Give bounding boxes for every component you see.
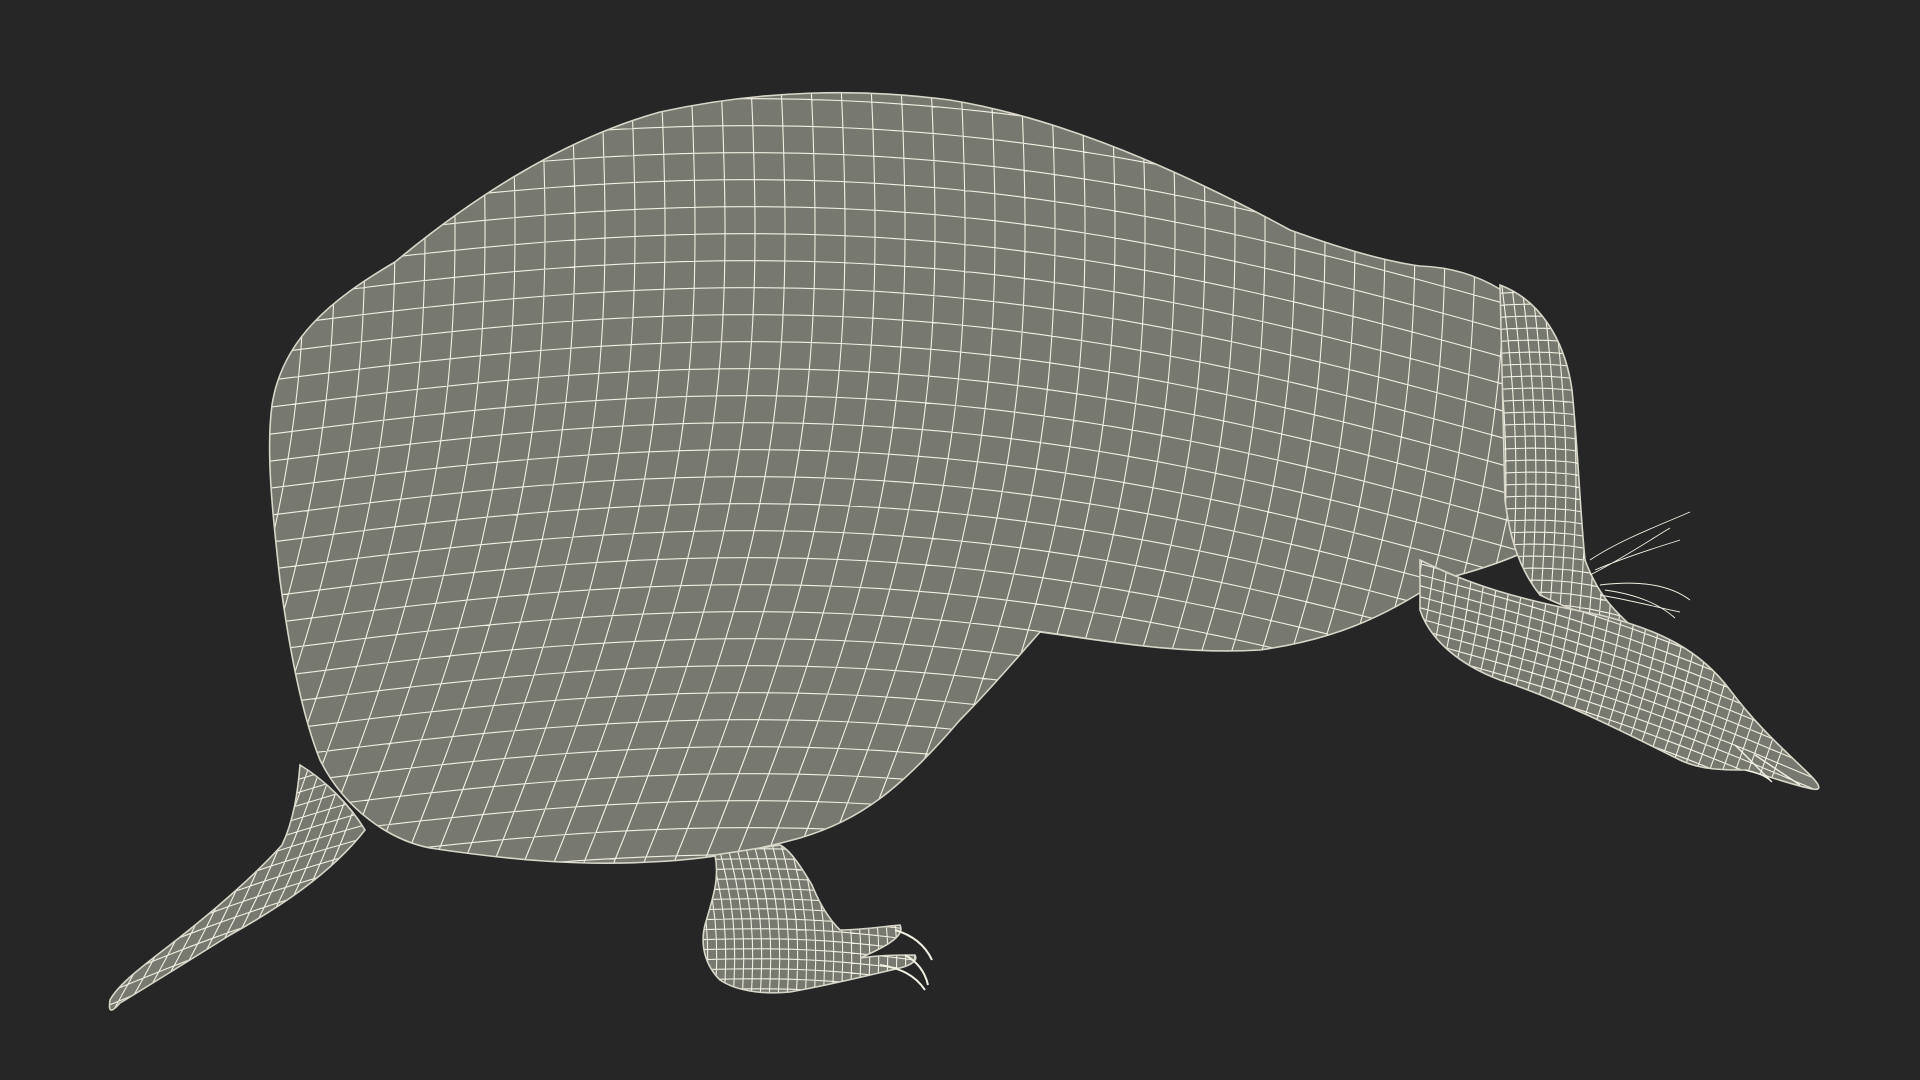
3d-viewport[interactable] [0,0,1920,1080]
wireframe-render [0,0,1920,1080]
